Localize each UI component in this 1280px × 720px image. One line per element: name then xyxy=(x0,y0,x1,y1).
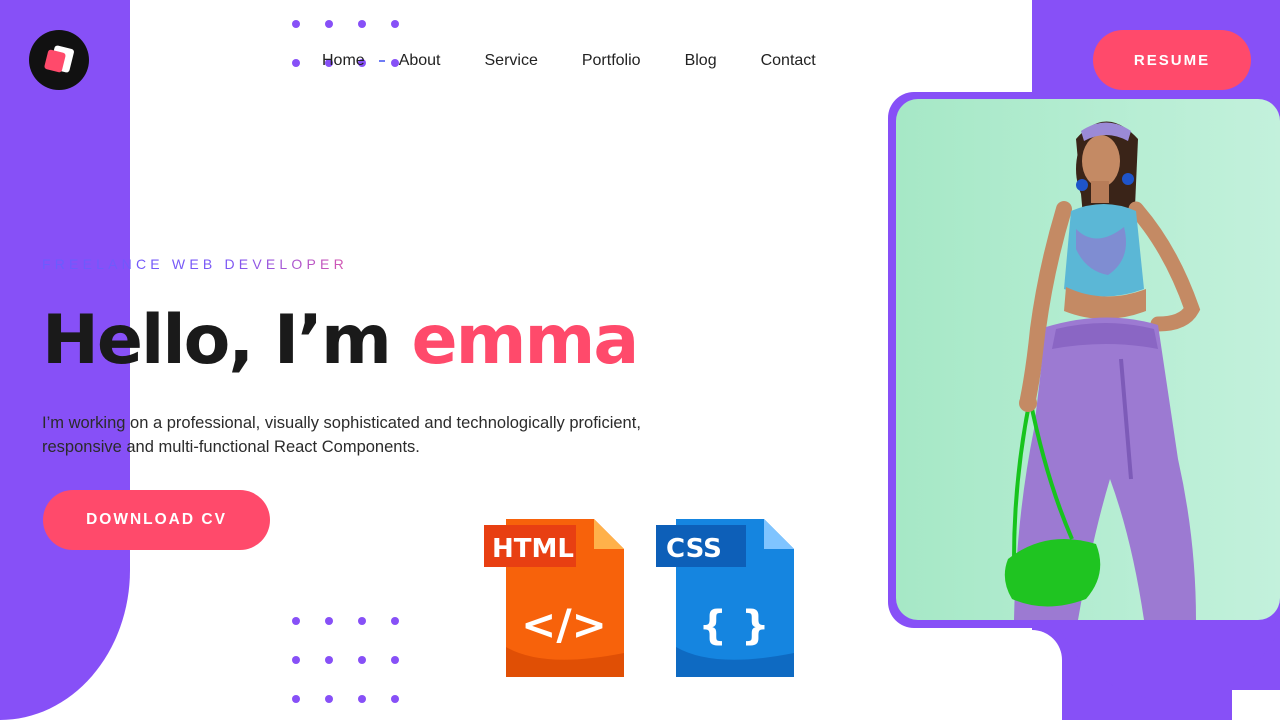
nav-active-indicator xyxy=(378,60,385,62)
logo-shape xyxy=(43,44,75,75)
nav-item-contact[interactable]: Contact xyxy=(761,52,816,70)
main-nav: Home About Service Portfolio Blog Contac… xyxy=(322,50,816,72)
profile-photo xyxy=(896,99,1280,620)
nav-item-portfolio[interactable]: Portfolio xyxy=(582,52,641,70)
hero-description: I’m working on a professional, visually … xyxy=(42,414,641,456)
css-file-icon: CSS { } xyxy=(654,519,794,679)
html-file-label: HTML xyxy=(492,534,574,564)
curly-braces-glyph: { } xyxy=(699,603,770,649)
brand-logo-icon[interactable] xyxy=(29,30,89,90)
portfolio-page: Home About Service Portfolio Blog Contac… xyxy=(0,0,1280,720)
hero-headline: Hello, I’m emma xyxy=(42,298,640,384)
hero-tagline: FREELANCE WEB DEVELOPER xyxy=(42,256,348,272)
nav-item-service[interactable]: Service xyxy=(485,52,538,70)
css-file-label: CSS xyxy=(666,534,722,564)
decorative-dots-bottom xyxy=(292,617,399,703)
nav-item-blog[interactable]: Blog xyxy=(685,52,717,70)
nav-item-home[interactable]: Home xyxy=(322,52,365,70)
download-cv-button[interactable]: DOWNLOAD CV xyxy=(43,490,270,550)
html-file-icon: HTML </> xyxy=(484,519,624,679)
resume-button[interactable]: RESUME xyxy=(1093,30,1251,90)
right-shape-cutout-bottom xyxy=(1232,690,1280,720)
nav-item-about[interactable]: About xyxy=(399,52,441,70)
right-shape-cutout xyxy=(1032,630,1062,720)
code-brackets-glyph: </> xyxy=(521,600,607,649)
hero-name: emma xyxy=(411,301,640,380)
hero-greeting: Hello, I’m xyxy=(42,301,412,380)
